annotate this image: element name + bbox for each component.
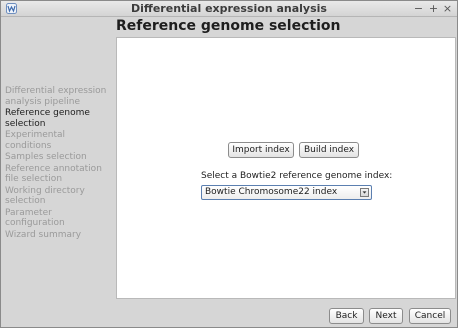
- selected-index-value: Bowtie Chromosome22 index: [205, 187, 338, 197]
- page-title: Reference genome selection: [116, 18, 341, 34]
- step-item-pipeline: Differential expression analysis pipelin…: [5, 86, 107, 107]
- wizard-steps-sidebar: Differential expression analysis pipelin…: [1, 37, 115, 299]
- reference-index-select[interactable]: Bowtie Chromosome22 index: [201, 185, 372, 200]
- page-header: Reference genome selection: [1, 17, 457, 37]
- build-index-button[interactable]: Build index: [299, 142, 359, 158]
- step-list: Differential expression analysis pipelin…: [5, 86, 113, 241]
- minimize-icon[interactable]: −: [413, 1, 424, 16]
- maximize-icon[interactable]: +: [428, 1, 439, 16]
- window-title: Differential expression analysis: [131, 2, 327, 15]
- step-item-reference-annotation: Reference annotation file selection: [5, 163, 102, 185]
- back-button[interactable]: Back: [329, 308, 364, 324]
- chevron-down-icon: [360, 188, 369, 197]
- wizard-window: Differential expression analysis − + × R…: [0, 0, 458, 328]
- step-item-parameter-configuration: Parameter configuration: [5, 207, 65, 229]
- step-item-wizard-summary: Wizard summary: [5, 229, 82, 240]
- step-item-reference-genome: Reference genome selection: [5, 108, 90, 129]
- close-icon[interactable]: ×: [442, 1, 453, 16]
- index-select-label: Select a Bowtie2 reference genome index:: [201, 171, 393, 181]
- step-item-samples-selection: Samples selection: [5, 152, 87, 162]
- content-panel: Import index Build index Select a Bowtie…: [116, 37, 456, 299]
- import-index-button[interactable]: Import index: [228, 142, 294, 158]
- step-item-experimental-conditions: Experimental conditions: [5, 130, 66, 151]
- title-bar[interactable]: Differential expression analysis − + ×: [1, 1, 457, 17]
- next-button[interactable]: Next: [369, 308, 403, 324]
- cancel-button[interactable]: Cancel: [409, 308, 451, 324]
- wizard-footer: Back Next Cancel: [1, 299, 457, 327]
- step-item-working-directory: Working directory selection: [5, 185, 85, 207]
